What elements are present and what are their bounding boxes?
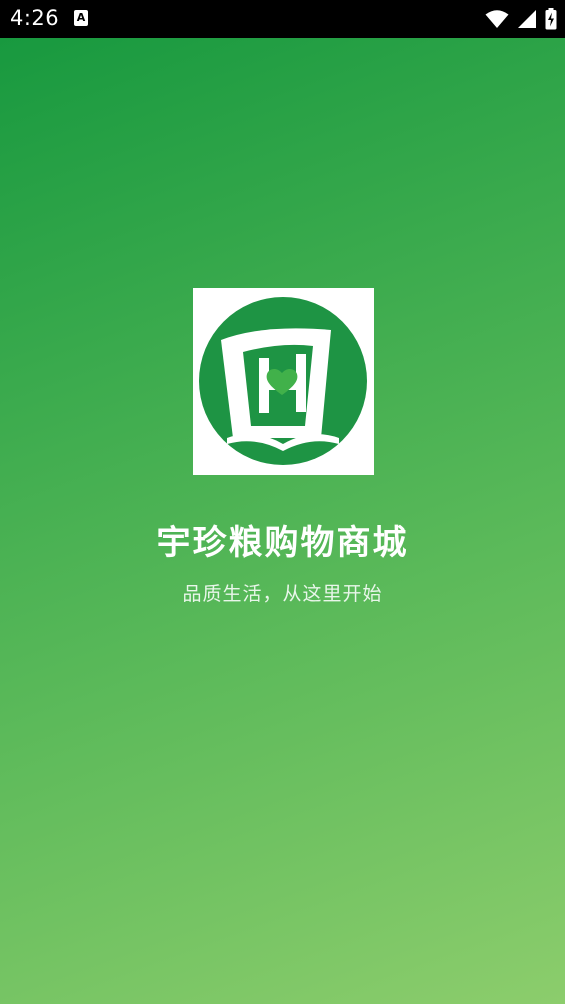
- notification-icon: A: [74, 10, 88, 26]
- status-bar: 4:26 A: [0, 0, 565, 38]
- splash-screen: 宇珍粮购物商城 品质生活，从这里开始: [0, 38, 565, 1004]
- wifi-icon: [485, 9, 509, 29]
- app-logo-icon: [199, 297, 367, 465]
- app-slogan: 品质生活，从这里开始: [182, 583, 383, 605]
- app-title: 宇珍粮购物商城: [156, 523, 409, 563]
- app-logo: [193, 288, 374, 475]
- status-icons: [485, 8, 557, 30]
- battery-charging-icon: [545, 8, 557, 30]
- status-time: 4:26: [10, 6, 60, 30]
- cell-signal-icon: [517, 9, 537, 29]
